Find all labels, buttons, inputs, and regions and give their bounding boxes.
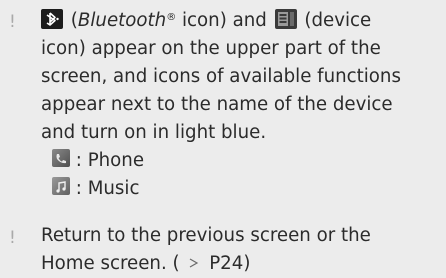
manual-page: ! (Bluetooth® icon) and (device icon) ap… bbox=[0, 0, 446, 277]
music-icon bbox=[52, 177, 70, 195]
bluetooth-label: Bluetooth bbox=[77, 10, 167, 31]
reference-arrow-icon bbox=[187, 253, 207, 274]
line-4: appear next to the name of the device bbox=[41, 94, 393, 115]
bluetooth-icon bbox=[41, 9, 63, 29]
phone-label: : Phone bbox=[70, 150, 145, 171]
device-paren-text: (device bbox=[304, 10, 372, 31]
device-icon bbox=[274, 9, 297, 29]
phone-row: : Phone bbox=[41, 147, 443, 175]
open-paren: ( bbox=[70, 10, 78, 31]
home-screen-text: Home screen. ( bbox=[41, 253, 180, 274]
line-2: Home screen. ( P24) bbox=[41, 250, 443, 278]
line-1: Return to the previous screen or the bbox=[41, 225, 371, 246]
line-3: screen, and icons of available functions bbox=[41, 66, 401, 87]
page-reference[interactable]: P24) bbox=[209, 253, 250, 274]
music-label: : Music bbox=[70, 178, 140, 199]
step-text: Return to the previous screen or the Hom… bbox=[41, 222, 443, 278]
registered-mark: ® bbox=[166, 12, 177, 23]
line-1: (Bluetooth® icon) and (device bbox=[41, 7, 443, 35]
line-2: icon) appear on the upper part of the bbox=[41, 38, 381, 59]
line-5: and turn on in light blue. bbox=[41, 122, 267, 143]
bullet-marker: ! bbox=[9, 12, 16, 32]
bullet-marker: ! bbox=[9, 228, 16, 248]
phone-icon bbox=[52, 149, 70, 167]
step-text: (Bluetooth® icon) and (device icon) appe… bbox=[41, 7, 443, 203]
music-row: : Music bbox=[41, 175, 443, 203]
icon-and-text: icon) and bbox=[182, 10, 267, 31]
